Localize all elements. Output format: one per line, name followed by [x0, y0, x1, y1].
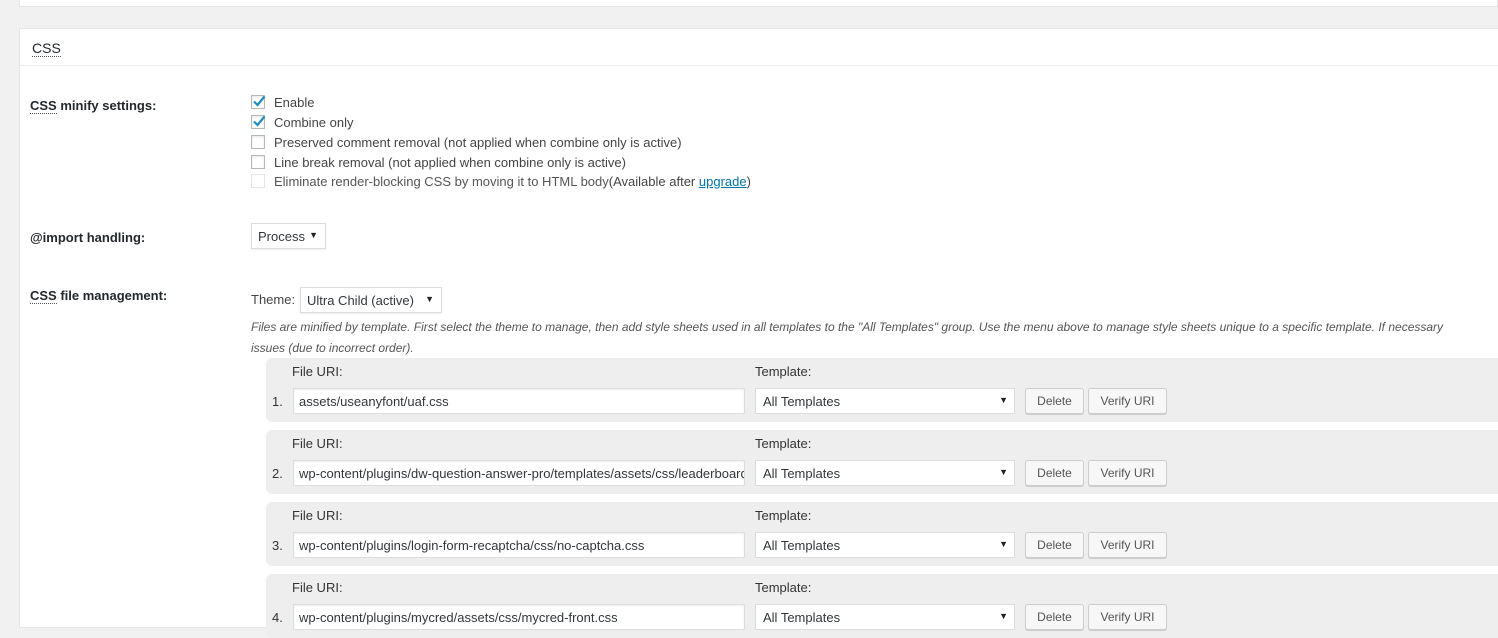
dropdown-arrow-icon: ▼	[425, 294, 434, 304]
render-blocking-checkbox	[251, 174, 265, 188]
css-file-management-label: CSS file management:	[30, 288, 168, 304]
file-uri-input[interactable]: wp-content/plugins/dw-question-answer-pr…	[293, 460, 745, 486]
file-uri-input[interactable]: wp-content/plugins/login-form-recaptcha/…	[293, 532, 745, 558]
row-number: 2.	[272, 466, 283, 481]
file-uri-input[interactable]: wp-content/plugins/mycred/assets/css/myc…	[293, 604, 745, 630]
file-uri-header: File URI:	[292, 436, 343, 451]
file-row: File URI: Template: 2. wp-content/plugin…	[266, 430, 1498, 494]
template-select[interactable]: All Templates ▼	[755, 604, 1015, 630]
template-select[interactable]: All Templates ▼	[755, 532, 1015, 558]
verify-uri-button[interactable]: Verify URI	[1088, 604, 1167, 630]
template-header: Template:	[755, 364, 812, 379]
render-blocking-label: Eliminate render-blocking CSS by moving …	[274, 173, 609, 189]
template-select[interactable]: All Templates ▼	[755, 388, 1015, 414]
file-management-description: Files are minified by template. First se…	[251, 320, 1444, 355]
dropdown-arrow-icon: ▼	[999, 611, 1008, 621]
file-uri-input[interactable]: assets/useanyfont/uaf.css	[293, 388, 745, 414]
enable-checkbox[interactable]	[251, 95, 266, 109]
option-render-blocking: Eliminate render-blocking CSS by moving …	[251, 172, 751, 190]
line-break-removal-checkbox[interactable]	[251, 155, 265, 169]
file-uri-header: File URI:	[292, 364, 343, 379]
delete-button[interactable]: Delete	[1025, 532, 1084, 558]
delete-button[interactable]: Delete	[1025, 460, 1084, 486]
import-handling-select[interactable]: Process ▼	[251, 223, 326, 249]
file-uri-header: File URI:	[292, 580, 343, 595]
preserved-comment-removal-label: Preserved comment removal (not applied w…	[274, 134, 682, 150]
combine-only-label: Combine only	[274, 114, 354, 130]
line-break-removal-label: Line break removal (not applied when com…	[274, 154, 626, 170]
theme-label: Theme:	[251, 292, 296, 307]
template-header: Template:	[755, 436, 812, 451]
delete-button[interactable]: Delete	[1025, 604, 1084, 630]
file-row: File URI: Template: 4. wp-content/plugin…	[266, 574, 1498, 638]
checkmark-icon	[253, 115, 266, 127]
availability-note: (Available after upgrade)	[608, 173, 751, 189]
dropdown-arrow-icon: ▼	[999, 539, 1008, 549]
option-combine-only[interactable]: Combine only	[251, 113, 354, 131]
delete-button[interactable]: Delete	[1025, 388, 1084, 414]
import-handling-label: @import handling:	[30, 230, 146, 245]
upgrade-link[interactable]: upgrade	[699, 174, 747, 189]
file-row: File URI: Template: 1. assets/useanyfont…	[266, 358, 1498, 422]
enable-label: Enable	[274, 94, 315, 110]
css-settings-panel: CSS CSS minify settings: Enable Combine …	[19, 28, 1498, 638]
template-header: Template:	[755, 580, 812, 595]
row-number: 3.	[272, 538, 283, 553]
combine-only-checkbox[interactable]	[251, 115, 266, 129]
option-preserved-comment-removal[interactable]: Preserved comment removal (not applied w…	[251, 133, 682, 151]
option-enable[interactable]: Enable	[251, 93, 314, 111]
verify-uri-button[interactable]: Verify URI	[1088, 388, 1167, 414]
row-number: 4.	[272, 610, 283, 625]
template-header: Template:	[755, 508, 812, 523]
file-row: File URI: Template: 3. wp-content/plugin…	[266, 502, 1498, 566]
verify-uri-button[interactable]: Verify URI	[1088, 460, 1167, 486]
template-select[interactable]: All Templates ▼	[755, 460, 1015, 486]
panel-header: CSS	[20, 29, 1498, 66]
dropdown-arrow-icon: ▼	[999, 467, 1008, 477]
section-title: CSS	[32, 40, 61, 57]
verify-uri-button[interactable]: Verify URI	[1088, 532, 1167, 558]
dropdown-arrow-icon: ▼	[309, 230, 318, 240]
previous-panel	[19, 0, 1498, 7]
preserved-comment-removal-checkbox[interactable]	[251, 135, 265, 149]
dropdown-arrow-icon: ▼	[999, 395, 1008, 405]
css-minify-settings-label: CSS minify settings:	[30, 98, 157, 114]
theme-select[interactable]: Ultra Child (active) ▼	[300, 287, 442, 313]
row-number: 1.	[272, 394, 283, 409]
checkmark-icon	[253, 95, 266, 107]
option-line-break-removal[interactable]: Line break removal (not applied when com…	[251, 153, 626, 171]
file-uri-header: File URI:	[292, 508, 343, 523]
